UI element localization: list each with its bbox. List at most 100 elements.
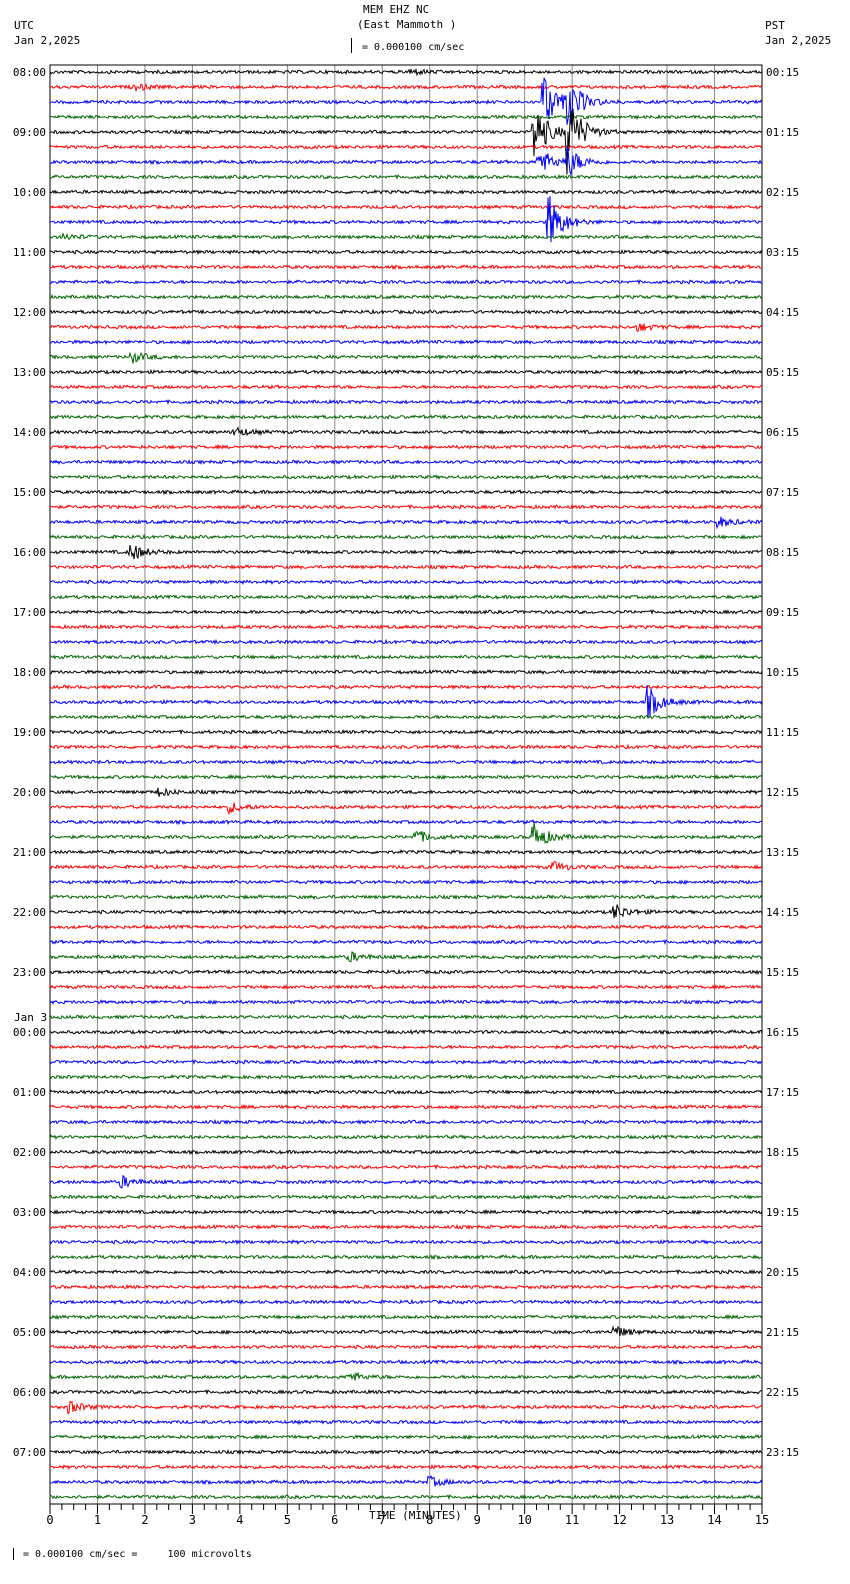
seismic-trace (49, 1358, 763, 1366)
utc-hour-label: 10:00 (13, 186, 46, 199)
pst-hour-label: 10:15 (766, 666, 799, 679)
seismic-trace (49, 668, 763, 676)
pst-hour-label: 06:15 (766, 426, 799, 439)
pst-hour-label: 23:15 (766, 1446, 799, 1459)
utc-hour-label: 18:00 (13, 666, 46, 679)
seismic-trace (49, 323, 763, 332)
pst-hour-label: 03:15 (766, 246, 799, 259)
seismic-trace (49, 458, 763, 466)
utc-hour-label: 19:00 (13, 726, 46, 739)
seismic-trace (49, 1344, 763, 1351)
seismic-trace (49, 684, 763, 691)
seismic-trace (49, 384, 763, 390)
utc-hour-label: 01:00 (13, 1086, 46, 1099)
pst-hour-label: 19:15 (766, 1206, 799, 1219)
seismic-trace (49, 533, 763, 540)
x-tick-label: 12 (612, 1513, 626, 1527)
seismic-trace (49, 1325, 763, 1337)
seismic-trace (49, 279, 763, 286)
seismic-trace (49, 593, 763, 601)
pst-hour-label: 14:15 (766, 906, 799, 919)
utc-hour-label: 06:00 (13, 1386, 46, 1399)
seismic-trace (49, 82, 763, 92)
seismic-trace (49, 351, 763, 364)
utc-hour-label: 21:00 (13, 846, 46, 859)
seismic-trace (49, 923, 763, 931)
x-tick-label: 3 (189, 1513, 196, 1527)
utc-hour-label: 20:00 (13, 786, 46, 799)
seismic-trace (49, 802, 763, 816)
seismic-trace (49, 1433, 763, 1441)
utc-hour-label: 04:00 (13, 1266, 46, 1279)
x-tick-label: 11 (565, 1513, 579, 1527)
seismic-trace (49, 443, 763, 451)
seismic-trace (49, 848, 763, 856)
pst-hour-label: 12:15 (766, 786, 799, 799)
seismic-trace (49, 893, 763, 900)
seismic-trace (49, 1419, 763, 1425)
utc-hour-label: 00:00 (13, 1026, 46, 1039)
utc-hour-label: 07:00 (13, 1446, 46, 1459)
seismic-trace (49, 773, 763, 781)
pst-hour-label: 18:15 (766, 1146, 799, 1159)
footer-scale-icon (13, 1548, 20, 1560)
seismic-trace (49, 1400, 762, 1415)
pst-hour-label: 11:15 (766, 726, 799, 739)
seismic-trace (49, 1238, 763, 1246)
seismic-trace (49, 638, 763, 646)
pst-hour-label: 22:15 (766, 1386, 799, 1399)
seismic-trace (49, 861, 763, 871)
seismic-trace (49, 1388, 763, 1396)
seismic-trace (49, 1103, 763, 1111)
seismic-trace (49, 1118, 763, 1126)
utc-hour-label: 08:00 (13, 66, 46, 79)
utc-hour-label: 23:00 (13, 966, 46, 979)
seismic-trace (49, 1313, 763, 1320)
pst-hour-label: 20:15 (766, 1266, 799, 1279)
seismic-trace (49, 1474, 763, 1487)
seismic-trace (49, 1028, 763, 1036)
seismic-trace (49, 578, 763, 586)
pst-hour-label: 00:15 (766, 66, 799, 79)
seismic-trace (49, 195, 763, 243)
utc-hour-label: 17:00 (13, 606, 46, 619)
x-tick-label: 4 (236, 1513, 243, 1527)
utc-hour-label: 02:00 (13, 1146, 46, 1159)
pst-hour-label: 17:15 (766, 1086, 799, 1099)
seismic-trace (49, 263, 763, 271)
seismic-trace (49, 67, 763, 77)
utc-hour-label: 16:00 (13, 546, 46, 559)
seismic-trace (49, 188, 763, 196)
seismic-trace (49, 1371, 763, 1381)
seismic-trace (49, 685, 763, 719)
x-tick-label: 0 (46, 1513, 53, 1527)
seismic-trace (49, 113, 763, 120)
x-tick-label: 13 (660, 1513, 674, 1527)
seismic-trace (49, 1208, 763, 1216)
seismic-trace (49, 1493, 763, 1501)
seismic-trace (49, 473, 763, 480)
seismic-trace (49, 398, 763, 406)
seismic-trace (49, 1193, 763, 1200)
utc-hour-label: 14:00 (13, 426, 46, 439)
x-tick-label: 10 (517, 1513, 531, 1527)
pst-hour-label: 02:15 (766, 186, 799, 199)
x-tick-label: 9 (474, 1513, 481, 1527)
seismic-trace (49, 939, 763, 946)
x-tick-label: 14 (707, 1513, 721, 1527)
seismic-trace (49, 1298, 763, 1306)
seismic-trace (49, 998, 763, 1006)
seismic-trace (49, 1058, 763, 1066)
seismic-trace (49, 1175, 763, 1189)
seismogram-plot: 08:00 09:00 10:00 11:00 12:00 13:00 14:00 15:00… (13, 64, 799, 1527)
seismic-trace (49, 1223, 763, 1230)
x-tick-label: 5 (284, 1513, 291, 1527)
seismic-trace (49, 413, 763, 421)
seismic-trace (49, 609, 763, 616)
pst-hour-label: 15:15 (766, 966, 799, 979)
seismic-trace (49, 1448, 763, 1456)
seismic-trace (49, 819, 763, 826)
pst-hour-label: 13:15 (766, 846, 799, 859)
pst-hour-label: 01:15 (766, 126, 799, 139)
pst-hour-label: 21:15 (766, 1326, 799, 1339)
